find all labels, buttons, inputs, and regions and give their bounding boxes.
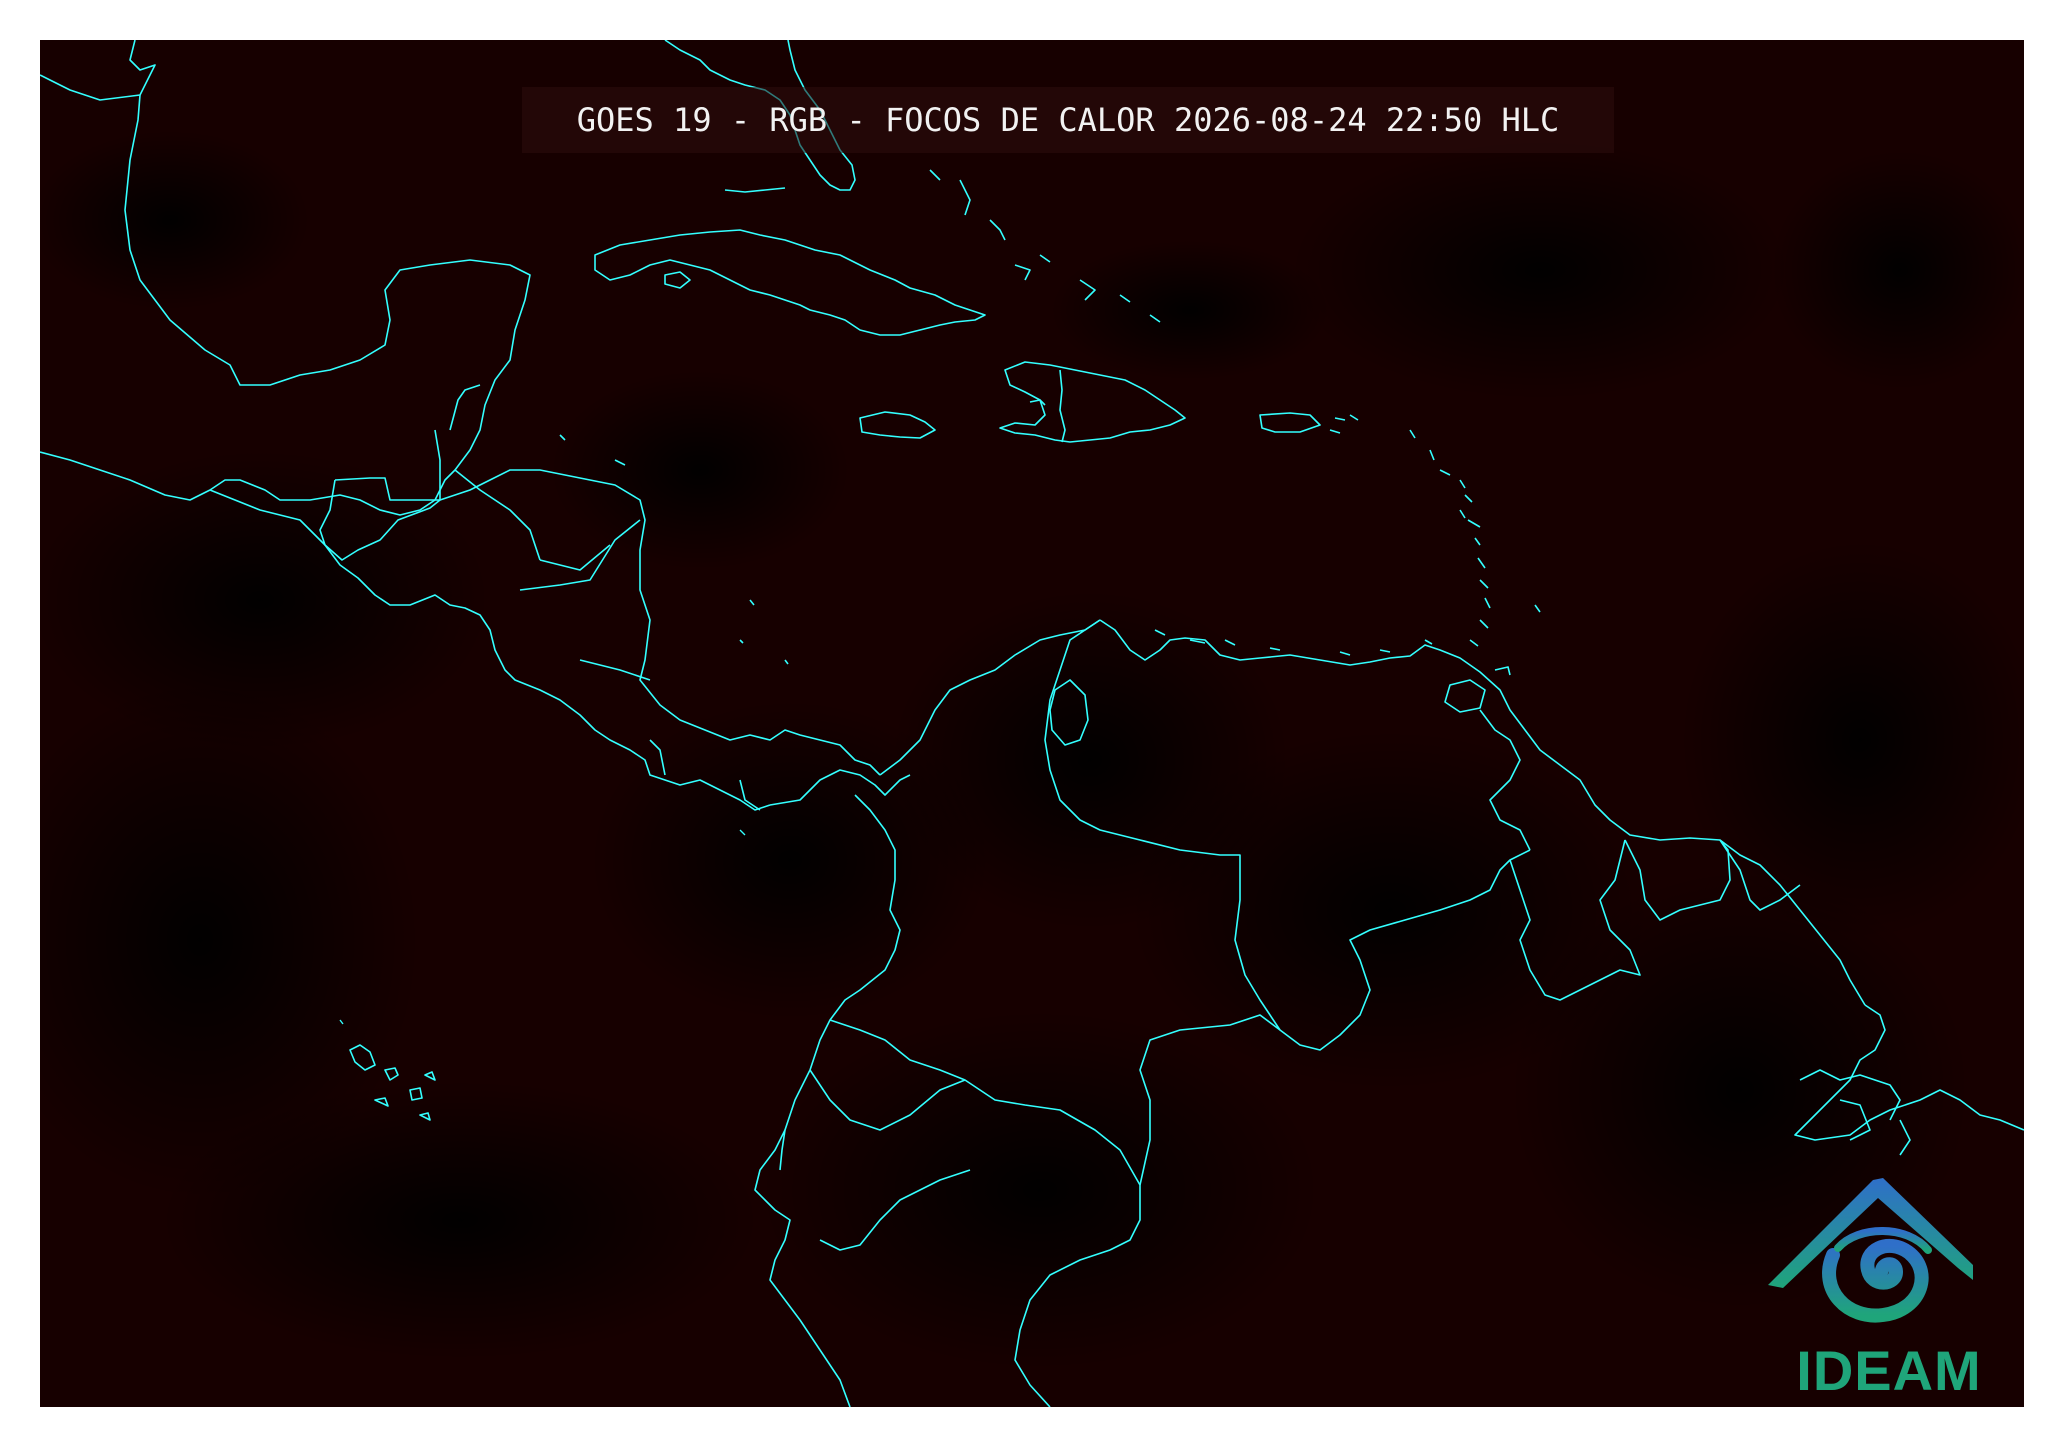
lesser-antilles bbox=[1409, 429, 1541, 647]
mexico-gulf-coast bbox=[40, 40, 156, 101]
ideam-logo: IDEAM bbox=[1758, 1170, 2020, 1402]
bahamas-islands bbox=[929, 169, 1161, 323]
isla-juventud bbox=[664, 271, 691, 289]
gonave bbox=[1029, 399, 1046, 406]
ideam-mountain-swirl-icon bbox=[1768, 1178, 1973, 1323]
satellite-map[interactable]: GOES 19 - RGB - FOCOS DE CALOR 2026-08-2… bbox=[40, 40, 2024, 1407]
puerto-rico-coast bbox=[1259, 412, 1321, 433]
virgin-islands bbox=[1329, 414, 1359, 434]
cuba-coast bbox=[594, 229, 986, 336]
ideam-logo-text: IDEAM bbox=[1796, 1339, 1982, 1402]
map-canvas bbox=[40, 40, 2024, 1407]
trinidad-coast bbox=[1444, 679, 1486, 713]
cloud-texture bbox=[40, 130, 2024, 1370]
jamaica-coast bbox=[859, 411, 936, 439]
tobago bbox=[1494, 666, 1511, 676]
map-title: GOES 19 - RGB - FOCOS DE CALOR 2026-08-2… bbox=[522, 87, 1614, 153]
nicaragua-border bbox=[539, 544, 651, 681]
florida-keys bbox=[724, 187, 786, 193]
haiti-border bbox=[1059, 369, 1066, 443]
